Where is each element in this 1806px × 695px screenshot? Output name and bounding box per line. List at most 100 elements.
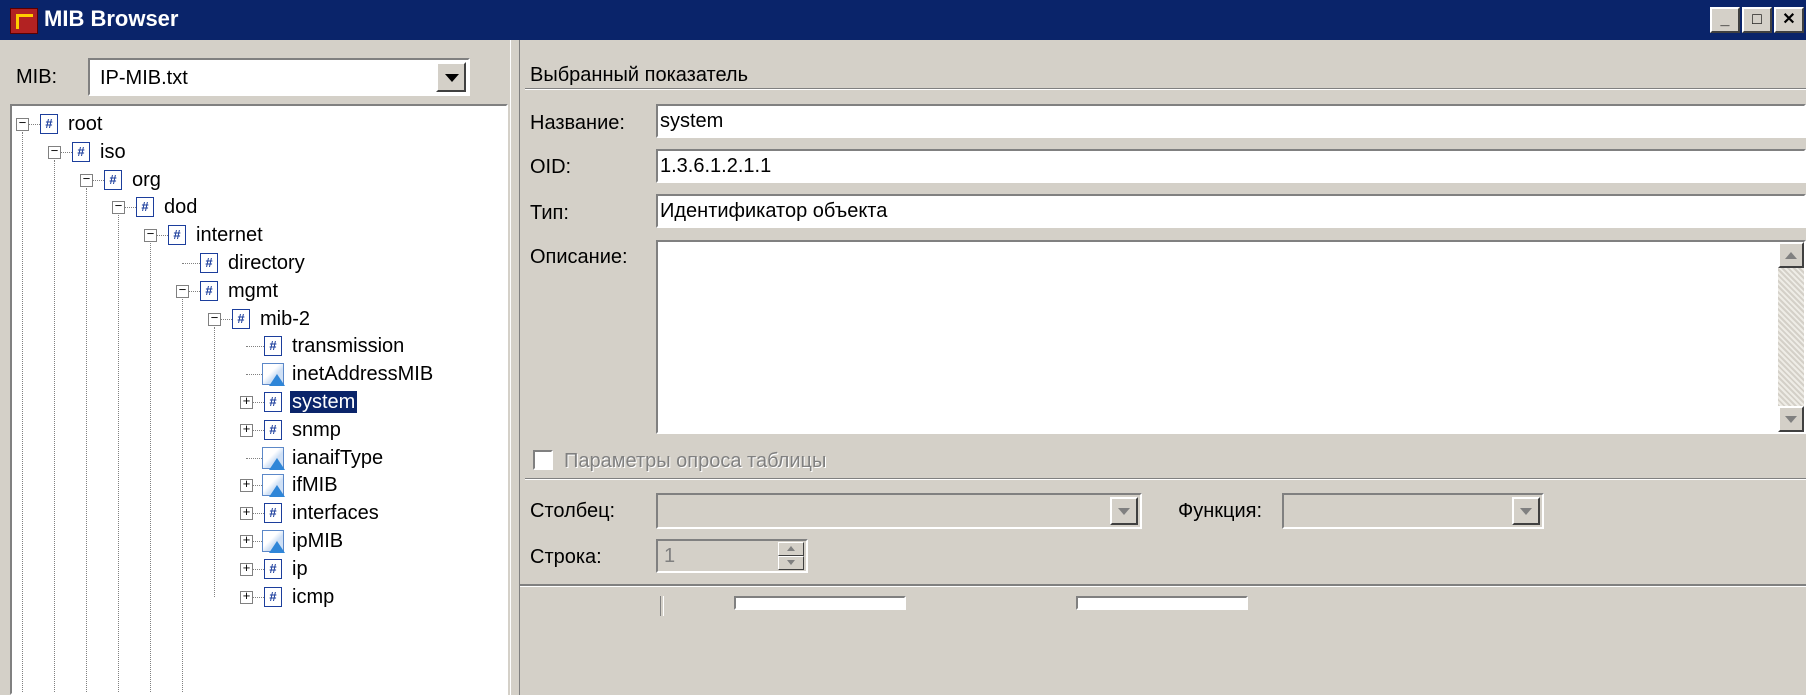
description-field[interactable] <box>656 240 1806 434</box>
panel-splitter[interactable] <box>510 40 520 695</box>
tree-expand-toggle[interactable]: + <box>240 478 253 493</box>
oid-node-icon: # <box>200 280 218 301</box>
tree-connector-line <box>150 243 151 693</box>
tree-node-label[interactable]: mgmt <box>226 280 280 302</box>
window-title: MIB Browser <box>44 6 179 31</box>
oid-node-icon: # <box>200 252 218 273</box>
tree-node-label[interactable]: icmp <box>290 586 336 608</box>
oid-node-icon: # <box>264 558 282 579</box>
tree-expand-toggle[interactable]: + <box>240 506 253 521</box>
minimize-button[interactable]: _ <box>1710 7 1740 33</box>
row-stepper[interactable]: 1 <box>656 539 808 573</box>
arrow-up-icon <box>787 546 795 551</box>
tree-node-label[interactable]: transmission <box>290 335 406 357</box>
tree-collapse-toggle[interactable]: − <box>16 117 29 131</box>
type-field[interactable]: Идентификатор объекта <box>656 194 1806 228</box>
name-field[interactable]: system <box>656 104 1806 138</box>
table-polling-checkbox[interactable] <box>533 450 553 470</box>
chevron-down-icon <box>445 74 459 82</box>
tree-collapse-toggle[interactable]: − <box>80 173 93 187</box>
tree-node-label[interactable]: ipMIB <box>290 530 345 552</box>
tree-node-label[interactable]: org <box>130 169 163 191</box>
tree-collapse-toggle[interactable]: − <box>48 145 61 159</box>
maximize-button[interactable]: □ <box>1742 7 1772 33</box>
tree-connector-line <box>22 131 23 693</box>
type-label: Тип: <box>530 202 569 224</box>
toolbar-field[interactable] <box>734 596 906 610</box>
row-label: Строка: <box>530 546 602 568</box>
tree-connector-line <box>86 187 87 693</box>
mib-label: MIB: <box>16 66 58 88</box>
tree-collapse-toggle[interactable]: − <box>176 284 189 298</box>
tree-node-label[interactable]: iso <box>98 141 128 163</box>
chevron-down-icon <box>1118 508 1130 515</box>
section-divider <box>525 478 1806 480</box>
scroll-up-button[interactable] <box>1778 242 1804 268</box>
description-scrollbar[interactable] <box>1778 242 1804 432</box>
row-decrement-button[interactable] <box>778 556 804 570</box>
row-increment-button[interactable] <box>778 542 804 556</box>
column-label: Столбец: <box>530 500 616 522</box>
oid-field[interactable]: 1.3.6.1.2.1.1 <box>656 149 1806 183</box>
bottom-toolbar <box>520 590 1806 695</box>
tree-expand-toggle[interactable]: + <box>240 395 253 409</box>
bottom-divider <box>520 584 1806 587</box>
tree-node-label[interactable]: ip <box>290 558 310 580</box>
tree-node-label[interactable]: internet <box>194 224 265 246</box>
description-label: Описание: <box>530 246 628 268</box>
tree-node-label[interactable]: interfaces <box>290 502 381 524</box>
close-button[interactable]: ✕ <box>1774 7 1804 33</box>
tree-node-label[interactable]: inetAddressMIB <box>290 363 435 385</box>
tree-connector-line <box>54 159 55 693</box>
tree-collapse-toggle[interactable]: − <box>208 312 221 326</box>
tree-node-label[interactable]: dod <box>162 196 199 218</box>
oid-node-icon: # <box>168 225 186 246</box>
tree-expand-toggle[interactable]: + <box>240 562 253 576</box>
toolbar-separator <box>660 596 664 616</box>
scroll-down-button[interactable] <box>1778 406 1804 432</box>
group-divider <box>525 88 1806 90</box>
tree-node-label[interactable]: directory <box>226 252 307 274</box>
oid-node-icon: # <box>264 503 282 524</box>
function-dropdown-button[interactable] <box>1512 497 1540 525</box>
chevron-down-icon <box>1520 508 1532 515</box>
function-label: Функция: <box>1178 500 1263 522</box>
oid-node-icon: # <box>40 113 58 134</box>
tree-node-label[interactable]: ianaifType <box>290 447 385 469</box>
mib-select-value: IP-MIB.txt <box>100 67 188 89</box>
mib-module-icon <box>262 529 285 553</box>
title-bar[interactable] <box>0 0 1806 40</box>
oid-node-icon: # <box>264 336 282 357</box>
tree-node-label[interactable]: root <box>66 113 104 135</box>
oid-node-icon: # <box>72 141 90 162</box>
tree-collapse-toggle[interactable]: − <box>112 200 125 215</box>
tree-node-label[interactable]: snmp <box>290 419 343 441</box>
tree-expand-toggle[interactable]: + <box>240 423 253 437</box>
mib-module-icon <box>262 446 285 470</box>
column-select[interactable] <box>656 493 1142 529</box>
arrow-down-icon <box>787 560 795 565</box>
oid-label: OID: <box>530 156 572 178</box>
toolbar-field[interactable] <box>1076 596 1248 610</box>
tree-collapse-toggle[interactable]: − <box>144 228 157 243</box>
tree-expand-toggle[interactable]: + <box>240 534 253 548</box>
tree-node-label[interactable]: system <box>288 389 359 414</box>
oid-node-icon: # <box>264 586 282 607</box>
function-select[interactable] <box>1282 493 1544 529</box>
oid-node-icon: # <box>104 169 122 190</box>
column-dropdown-button[interactable] <box>1110 497 1138 525</box>
mib-tree[interactable]: − # root − # iso − # org − # dod − # internet # director… <box>10 104 508 695</box>
name-label: Название: <box>530 112 625 134</box>
arrow-down-icon <box>1785 416 1797 423</box>
mib-select[interactable]: IP-MIB.txt <box>88 58 470 96</box>
tree-expand-toggle[interactable]: + <box>240 590 253 604</box>
row-stepper-value: 1 <box>664 545 676 567</box>
tree-connector-line <box>182 298 183 693</box>
tree-node-label[interactable]: ifMIB <box>290 474 340 496</box>
mib-module-icon <box>262 474 285 498</box>
oid-node-icon: # <box>264 391 282 412</box>
close-icon: ✕ <box>1782 11 1796 28</box>
mib-dropdown-button[interactable] <box>436 62 466 92</box>
tree-node-label[interactable]: mib-2 <box>258 308 312 330</box>
mib-module-icon <box>262 363 285 387</box>
